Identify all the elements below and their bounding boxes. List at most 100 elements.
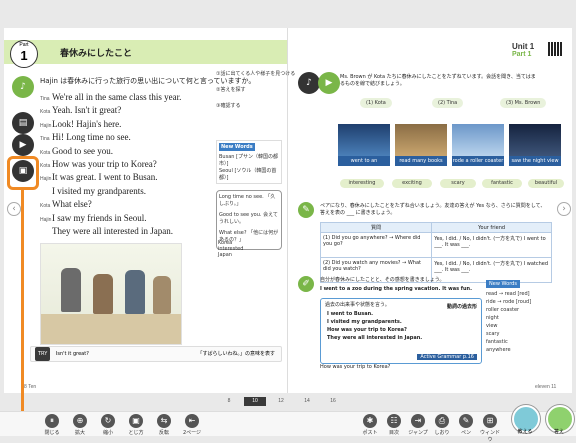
toolbar-right-item[interactable]: ✱ ポスト — [358, 414, 382, 436]
dialogue-line: Kota What else? — [40, 199, 92, 209]
new-word-right: night — [486, 315, 499, 321]
dialogue-line: I visited my grandparents. — [40, 186, 146, 196]
right-page-number: eleven 11 — [535, 384, 556, 390]
dialogue-text: They were all interested in Japan. — [52, 226, 173, 236]
bottom-prompt: Isn't it great? — [55, 351, 89, 357]
person-tina: (2) Tina — [432, 98, 464, 108]
dialogue-text: Yeah. Isn't it great? — [52, 105, 122, 116]
page-tab[interactable]: 14 — [296, 397, 318, 406]
toolbar-label: 2ページ — [182, 430, 202, 436]
adj-interesting: interesting — [340, 179, 384, 188]
grammar-link[interactable]: Active Grammar p.16 — [417, 354, 477, 360]
write-instruction: 自分が春休みにしたことと、その感想を書きましょう。 — [320, 277, 445, 283]
toolbar-icon: ▣ — [129, 414, 143, 428]
toolbar-label: ウィンドウ — [479, 430, 500, 443]
new-word-right: scary — [486, 331, 500, 337]
side-word-3: Japan — [218, 252, 232, 258]
toolbar-label: 目次 — [388, 430, 399, 436]
toolbar-label: 拡大 — [74, 430, 85, 436]
table-cell: Yes, I did. / No, I didn't. (一方を丸で) I we… — [431, 232, 552, 258]
script-icon[interactable]: ▤ — [12, 112, 34, 134]
adj-exciting: exciting — [392, 179, 432, 188]
toolbar-right-item[interactable]: ⊞ ウィンドウ — [478, 414, 502, 443]
toolbar-left-item[interactable]: ⊕ 拡大 — [68, 414, 92, 436]
new-words-right-list: read → read [red] ride → rode [roud] rolle… — [486, 290, 562, 354]
table-cell: (1) Did you go anywhere? → Where did you… — [319, 232, 433, 258]
write-icon[interactable]: ✐ — [298, 276, 314, 292]
photo-d — [509, 124, 561, 156]
toolbar-right-item[interactable]: ⇥ ジャンプ — [406, 414, 430, 436]
toolbar-left-item[interactable]: ⇤ 2ページ — [180, 414, 204, 436]
dialogue-text: It was great. I went to Busan. — [52, 172, 158, 183]
dialogue-text: What else? — [52, 199, 92, 210]
video-icon[interactable]: ▶ — [12, 134, 34, 156]
write-example: I went to a zoo during the spring vacati… — [320, 286, 473, 292]
listen-icon[interactable]: ♪ — [12, 76, 34, 98]
toolbar-left-item[interactable]: ↻ 縮小 — [96, 414, 120, 436]
dialogue-text: I saw my friends in Seoul. — [52, 212, 147, 223]
toolbar-left-item[interactable]: ⇆ 反転 — [152, 414, 176, 436]
unit-text: Unit 1 — [512, 42, 535, 51]
page-tab[interactable]: 16 — [322, 397, 344, 406]
new-word-right: fantastic — [486, 339, 508, 345]
toolbar-label: ジャンプ — [408, 430, 428, 436]
grammar-line: They were all interested in Japan. — [327, 335, 423, 341]
new-word-right: read → read [red] — [486, 291, 530, 297]
tip-1: ①話に出てくる人や様子を見つける — [216, 71, 296, 77]
bottom-question: How was your trip to Korea? — [320, 364, 391, 370]
toolbar-right-item[interactable]: ⎙ しおり — [430, 414, 454, 436]
dialogue-text: How was your trip to Korea? — [52, 159, 157, 169]
audio-icon[interactable]: ♪ — [298, 72, 320, 94]
caption-d: saw the night view — [509, 156, 561, 166]
new-word-right: roller coaster — [486, 307, 520, 313]
new-word-1: Busan [プサン（韓国の都市）] — [219, 154, 278, 167]
toolbar-left-item[interactable]: ⏸ 閉じる — [40, 414, 64, 436]
expression-1: Long time no see. 「久しぶり。」 — [219, 194, 276, 207]
prev-page-button[interactable]: ‹ — [7, 202, 21, 216]
classroom-illustration — [40, 243, 182, 345]
person-ms-brown: (3) Ms. Brown — [500, 98, 547, 108]
listen-button-icon[interactable]: ▶ — [318, 72, 340, 94]
toolbar-label: しおり — [434, 430, 450, 436]
caption-b: read many books — [395, 156, 447, 166]
dialogue-line: Kota Good to see you. — [40, 146, 113, 156]
caption-c: rode a roller coaster — [452, 156, 504, 166]
page-tab[interactable]: 8 — [218, 397, 240, 406]
new-words-box: New Words Busan [プサン（韓国の都市）] Seoul [ソウル（… — [216, 140, 282, 184]
toolbar-left-item[interactable]: ▣ とじ方 — [124, 414, 148, 436]
table-header-friend: Your friend — [431, 222, 552, 233]
page-tab[interactable]: 12 — [270, 397, 292, 406]
right-page-num: 11 — [551, 384, 557, 390]
page-tab[interactable]: 10 — [244, 397, 266, 406]
toolbar-right-item[interactable]: ✎ ペン — [454, 414, 478, 436]
speak-icon[interactable]: ✎ — [298, 202, 314, 218]
toolbar-icon: ⊕ — [73, 414, 87, 428]
toolbar-right-item[interactable]: ☷ 目次 — [382, 414, 406, 436]
speaker-name: Tina — [40, 136, 50, 143]
listening-instruction: Ms. Brown が Kota たちに春休みにしたことをたずねています。会話を… — [340, 74, 536, 87]
speaker-name: Kota — [40, 163, 51, 169]
table-header-question: 質問 — [319, 222, 433, 233]
dialogue-line: They were all interested in Japan. — [40, 226, 173, 236]
toolbar-icon: ⎙ — [435, 414, 449, 428]
try-label: TRY — [35, 347, 51, 361]
dialogue-text: Look! Hajin's here. — [52, 118, 122, 129]
toolbar-icon: ⏸ — [45, 414, 59, 428]
new-word-2: Seoul [ソウル（韓国の首都）] — [219, 168, 277, 181]
qr-code-icon[interactable] — [548, 42, 562, 56]
next-page-button[interactable]: › — [557, 202, 571, 216]
new-words-heading: New Words — [219, 143, 255, 151]
dialogue-line: HajinI saw my friends in Seoul. — [40, 213, 147, 223]
dialogue-text: Good to see you. — [52, 145, 113, 156]
highlight-line — [21, 190, 24, 412]
tip-3: ③確認する — [216, 103, 241, 109]
speaker-name: Kota — [40, 203, 51, 210]
speaker-name: Hajin — [40, 216, 52, 223]
toolbar-icon: ⇥ — [411, 414, 425, 428]
left-page-num: 8 — [24, 384, 27, 390]
part-header-band — [4, 40, 287, 64]
new-words-right-heading: New Words — [486, 280, 520, 288]
toolbar-icon: ✎ — [459, 414, 473, 428]
speaker-name: Hajin — [40, 176, 52, 183]
new-word-right: anywhere — [486, 347, 511, 353]
